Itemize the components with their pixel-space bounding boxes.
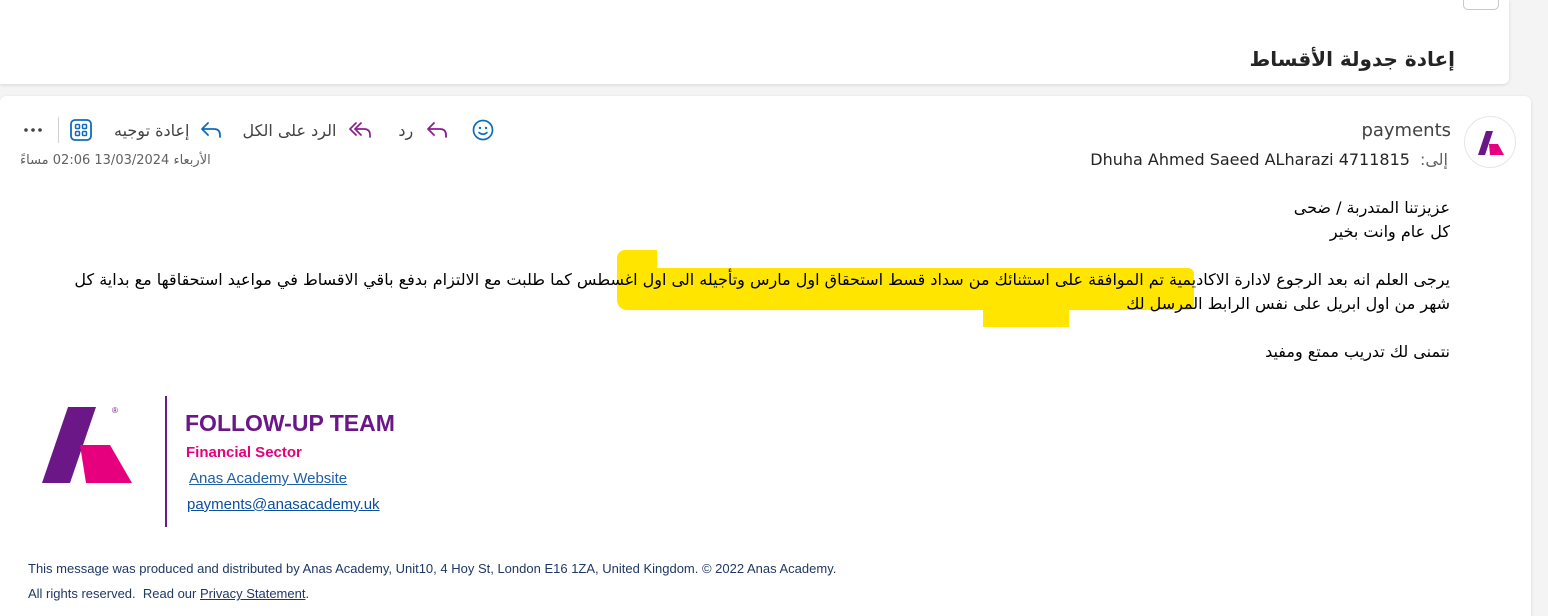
forward-button[interactable]: إعادة توجيه (114, 121, 189, 140)
closing-line: نتمنى لك تدريب ممتع ومفيد (1265, 342, 1450, 361)
apps-icon[interactable] (70, 119, 92, 141)
privacy-link[interactable]: Privacy Statement (200, 586, 306, 601)
signature-logo: ® (40, 405, 136, 491)
recipient-name[interactable]: Dhuha Ahmed Saeed ALharazi 4711815 (1090, 150, 1410, 169)
emoji-icon[interactable] (471, 119, 495, 141)
footer-rights-text: All rights reserved. Read our (28, 586, 200, 601)
reply-all-label: الرد على الكل (242, 120, 337, 140)
main-paragraph: يرجى العلم انه بعد الرجوع لادارة الاكادي… (50, 268, 1450, 316)
footer-period: . (305, 586, 310, 601)
reply-icon[interactable] (425, 121, 449, 139)
forward-label: إعادة توجيه (114, 120, 190, 140)
email-subject: إعادة جدولة الأقساط (1249, 47, 1455, 71)
message-date: الأربعاء 13/03/2024 02:06 مساءً (20, 153, 211, 168)
email-body: عزيزتنا المتدربة / ضحى كل عام وانت بخير … (50, 196, 1450, 364)
wishes-line: كل عام وانت بخير (1329, 222, 1450, 241)
paragraph-start: يرجى العلم انه بعد الرجوع لادارة الاكادي… (1163, 270, 1450, 289)
reply-all-icon[interactable] (348, 121, 372, 139)
signature-divider (165, 396, 167, 527)
footer-rights: All rights reserved. Read our Privacy St… (28, 586, 309, 601)
footer-disclaimer: This message was produced and distribute… (28, 561, 837, 576)
greeting-line: عزيزتنا المتدربة / ضحى (1293, 198, 1450, 217)
more-icon[interactable] (20, 127, 46, 133)
forward-icon[interactable] (199, 121, 223, 139)
highlighted-text: تم الموافقة على استثنائك من سداد قسط است… (576, 270, 1164, 289)
message-toolbar: إعادة توجيه الرد على الكل رد (20, 116, 495, 144)
top-control-stub[interactable] (1463, 0, 1499, 10)
registered-mark: ® (112, 406, 118, 415)
signature-team: FOLLOW-UP TEAM (185, 410, 395, 436)
signature-sector: Financial Sector (186, 444, 302, 461)
reply-button[interactable]: رد (398, 121, 413, 140)
reply-all-button[interactable]: الرد على الكل (242, 121, 336, 140)
anas-logo-icon (1478, 131, 1504, 155)
to-label: إلى: (1419, 150, 1448, 169)
subject-header: إعادة جدولة الأقساط (0, 0, 1509, 84)
email-link[interactable]: payments@anasacademy.uk (187, 496, 380, 513)
website-link[interactable]: Anas Academy Website (189, 470, 347, 487)
reply-label: رد (398, 120, 414, 140)
sender-name[interactable]: payments (1361, 120, 1451, 141)
recipient-row: إلى: Dhuha Ahmed Saeed ALharazi 4711815 (1090, 150, 1448, 169)
sender-avatar[interactable] (1464, 116, 1516, 168)
toolbar-divider (58, 117, 59, 143)
